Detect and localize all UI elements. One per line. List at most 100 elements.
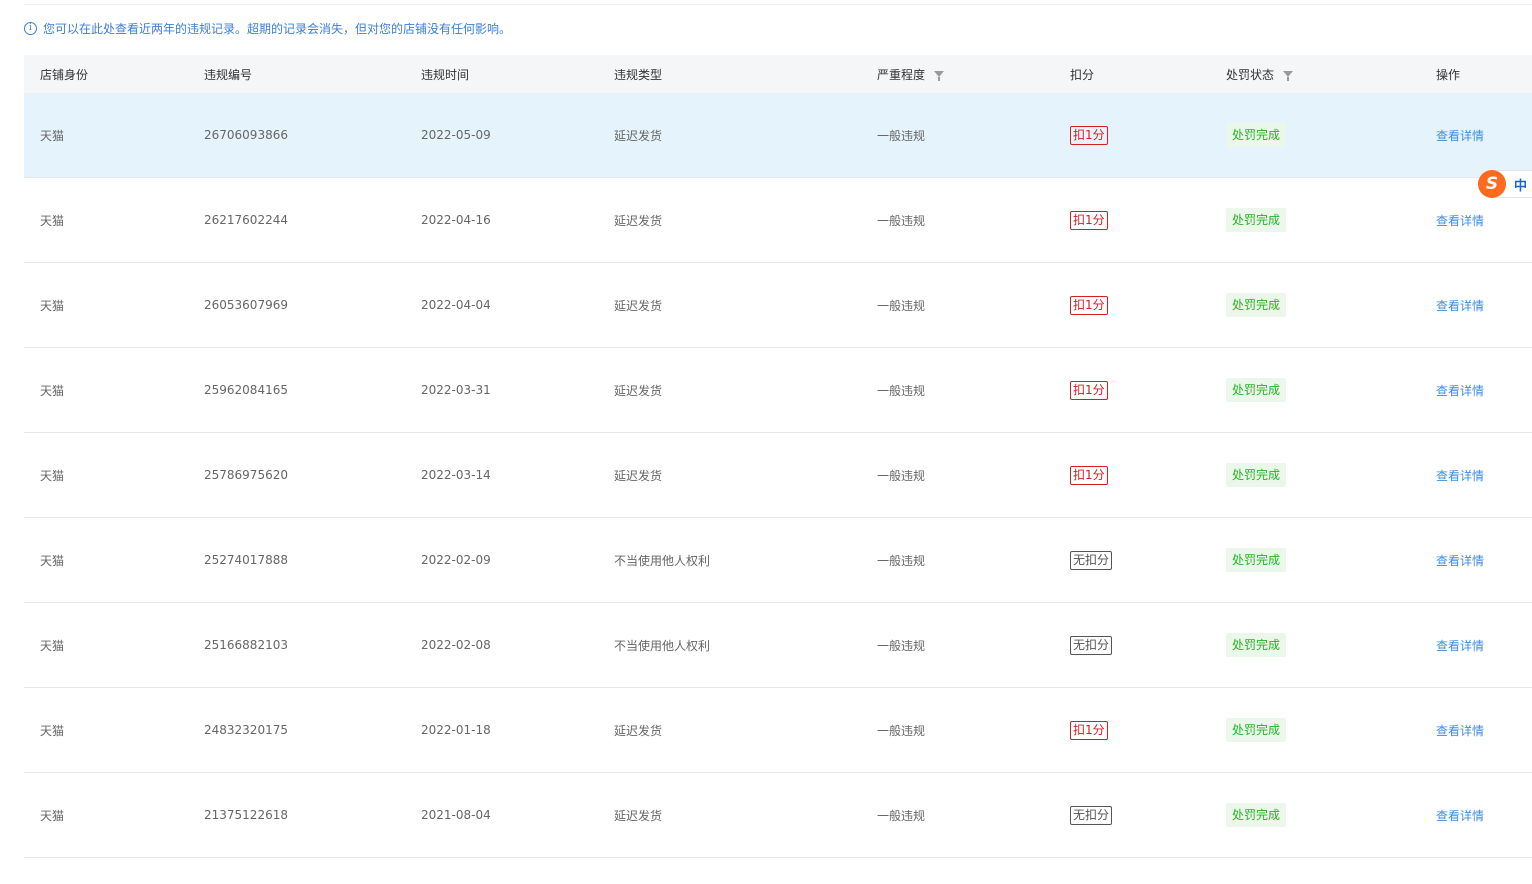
violation-table: 店铺身份 违规编号 违规时间 违规类型 严重程度 扣分 处罚状态 操作 天猫 26…: [24, 55, 1532, 858]
cell-type: 延迟发货: [614, 213, 663, 228]
points-badge-label: 扣1分: [1070, 210, 1108, 230]
cell-type: 延迟发货: [614, 468, 663, 483]
cell-shop: 天猫: [40, 638, 65, 653]
table-row[interactable]: 天猫 25962084165 2022-03-31 延迟发货 一般违规 扣1分 处罚完成 查看…: [24, 348, 1532, 433]
view-details-link[interactable]: 查看详情: [1436, 552, 1484, 569]
cell-shop: 天猫: [40, 468, 65, 483]
cell-id: 26706093866: [204, 128, 288, 142]
status-badge: 处罚完成: [1226, 378, 1287, 402]
cell-type: 延迟发货: [614, 128, 663, 143]
status-badge-label: 处罚完成: [1226, 718, 1287, 742]
cell-type: 延迟发货: [614, 808, 663, 823]
status-badge-label: 处罚完成: [1226, 123, 1287, 147]
table-row[interactable]: 天猫 26217602244 2022-04-16 延迟发货 一般违规 扣1分 处罚完成 查看…: [24, 178, 1532, 263]
points-badge: 扣1分: [1070, 720, 1108, 740]
ime-toolbar[interactable]: S 中: [1478, 170, 1532, 198]
cell-id: 25274017888: [204, 553, 288, 567]
cell-time: 2022-03-31: [421, 383, 491, 397]
points-badge-label: 扣1分: [1070, 125, 1108, 145]
status-badge: 处罚完成: [1226, 548, 1287, 572]
table-row[interactable]: 天猫 24832320175 2022-01-18 延迟发货 一般违规 扣1分 处罚完成 查看…: [24, 688, 1532, 773]
header-action: 操作: [1436, 67, 1461, 82]
cell-id: 26053607969: [204, 298, 288, 312]
info-icon: i: [24, 21, 37, 35]
view-details-link[interactable]: 查看详情: [1436, 467, 1484, 484]
header-id: 违规编号: [204, 67, 253, 82]
table-row[interactable]: 天猫 25166882103 2022-02-08 不当使用他人权利 一般违规 无扣分 处罚…: [24, 603, 1532, 688]
table-row[interactable]: 天猫 21375122618 2021-08-04 延迟发货 一般违规 无扣分 处罚完成 查看…: [24, 773, 1532, 858]
cell-id: 21375122618: [204, 808, 288, 822]
header-severity-label: 严重程度: [877, 67, 926, 82]
cell-id: 25786975620: [204, 468, 288, 482]
table-header: 店铺身份 违规编号 违规时间 违规类型 严重程度 扣分 处罚状态 操作: [24, 55, 1532, 93]
view-details-link[interactable]: 查看详情: [1436, 127, 1484, 144]
cell-shop: 天猫: [40, 213, 65, 228]
cell-type: 延迟发货: [614, 298, 663, 313]
cell-type: 不当使用他人权利: [614, 638, 711, 653]
cell-type: 不当使用他人权利: [614, 553, 711, 568]
header-type: 违规类型: [614, 67, 663, 82]
cell-shop: 天猫: [40, 553, 65, 568]
top-divider: [24, 4, 1532, 5]
header-severity: 严重程度: [877, 66, 945, 83]
points-badge: 扣1分: [1070, 465, 1108, 485]
sogou-logo-icon[interactable]: S: [1478, 170, 1506, 198]
cell-shop: 天猫: [40, 723, 65, 738]
status-badge: 处罚完成: [1226, 718, 1287, 742]
status-badge: 处罚完成: [1226, 208, 1287, 232]
status-badge: 处罚完成: [1226, 293, 1287, 317]
cell-time: 2022-01-18: [421, 723, 491, 737]
header-shop: 店铺身份: [40, 67, 89, 82]
status-badge: 处罚完成: [1226, 123, 1287, 147]
cell-id: 24832320175: [204, 723, 288, 737]
table-row[interactable]: 天猫 25274017888 2022-02-09 不当使用他人权利 一般违规 无扣分 处罚…: [24, 518, 1532, 603]
header-points: 扣分: [1070, 67, 1095, 82]
cell-shop: 天猫: [40, 128, 65, 143]
cell-shop: 天猫: [40, 298, 65, 313]
cell-severity: 一般违规: [877, 383, 926, 398]
table-row[interactable]: 天猫 26706093866 2022-05-09 延迟发货 一般违规 扣1分 处罚完成 查看…: [24, 93, 1532, 178]
view-details-link[interactable]: 查看详情: [1436, 297, 1484, 314]
status-badge-label: 处罚完成: [1226, 548, 1287, 572]
view-details-link[interactable]: 查看详情: [1436, 722, 1484, 739]
points-badge-label: 扣1分: [1070, 380, 1108, 400]
table-row[interactable]: 天猫 25786975620 2022-03-14 延迟发货 一般违规 扣1分 处罚完成 查看…: [24, 433, 1532, 518]
cell-type: 延迟发货: [614, 723, 663, 738]
status-badge: 处罚完成: [1226, 803, 1287, 827]
cell-severity: 一般违规: [877, 808, 926, 823]
status-badge: 处罚完成: [1226, 633, 1287, 657]
points-badge: 扣1分: [1070, 380, 1108, 400]
cell-severity: 一般违规: [877, 213, 926, 228]
status-badge-label: 处罚完成: [1226, 633, 1287, 657]
ime-mode-toggle[interactable]: 中: [1514, 175, 1527, 194]
status-badge-label: 处罚完成: [1226, 463, 1287, 487]
notice-bar: i 您可以在此处查看近两年的违规记录。超期的记录会消失，但对您的店铺没有任何影响…: [24, 19, 511, 37]
filter-icon[interactable]: [934, 71, 945, 81]
cell-severity: 一般违规: [877, 298, 926, 313]
points-badge: 无扣分: [1070, 635, 1113, 655]
points-badge: 无扣分: [1070, 550, 1113, 570]
points-badge-label: 无扣分: [1070, 635, 1113, 655]
table-row[interactable]: 天猫 26053607969 2022-04-04 延迟发货 一般违规 扣1分 处罚完成 查看…: [24, 263, 1532, 348]
points-badge: 扣1分: [1070, 295, 1108, 315]
cell-id: 26217602244: [204, 213, 288, 227]
view-details-link[interactable]: 查看详情: [1436, 807, 1484, 824]
view-details-link[interactable]: 查看详情: [1436, 212, 1484, 229]
cell-id: 25962084165: [204, 383, 288, 397]
filter-icon[interactable]: [1283, 71, 1294, 81]
cell-type: 延迟发货: [614, 383, 663, 398]
cell-shop: 天猫: [40, 808, 65, 823]
cell-time: 2021-08-04: [421, 808, 491, 822]
header-status: 处罚状态: [1226, 66, 1294, 83]
notice-text: 您可以在此处查看近两年的违规记录。超期的记录会消失，但对您的店铺没有任何影响。: [43, 21, 512, 36]
header-status-label: 处罚状态: [1226, 67, 1275, 82]
cell-time: 2022-05-09: [421, 128, 491, 142]
points-badge-label: 扣1分: [1070, 295, 1108, 315]
cell-severity: 一般违规: [877, 638, 926, 653]
cell-severity: 一般违规: [877, 128, 926, 143]
view-details-link[interactable]: 查看详情: [1436, 382, 1484, 399]
points-badge: 扣1分: [1070, 210, 1108, 230]
status-badge-label: 处罚完成: [1226, 293, 1287, 317]
view-details-link[interactable]: 查看详情: [1436, 637, 1484, 654]
status-badge-label: 处罚完成: [1226, 208, 1287, 232]
